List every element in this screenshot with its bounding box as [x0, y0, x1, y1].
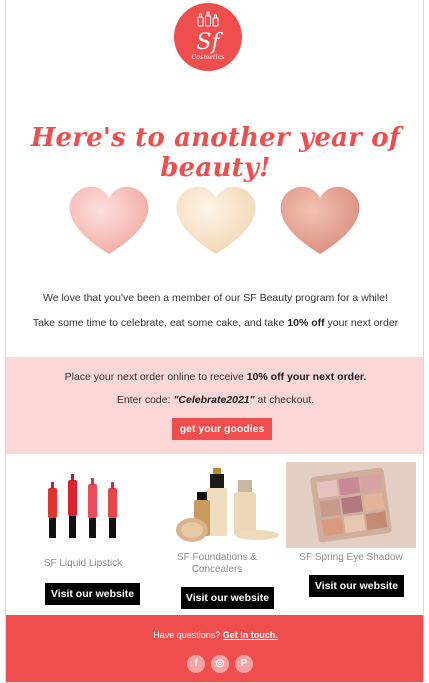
- promo-line-1-start: Place your next order online to receive: [64, 371, 247, 383]
- promo-banner: Place your next order online to receive …: [6, 357, 423, 454]
- eyeshadow-image[interactable]: [286, 462, 416, 548]
- promo-line-2-end: at checkout.: [254, 394, 315, 406]
- heart-swatch-rose: [280, 186, 360, 254]
- foundations-image[interactable]: [152, 462, 282, 548]
- product-name: SF Spring Eye Shadow: [299, 552, 403, 563]
- product-name: SF Foundations & Concealers: [176, 552, 258, 575]
- promo-line-1: Place your next order online to receive …: [6, 371, 423, 383]
- pinterest-icon[interactable]: P: [235, 655, 253, 673]
- intro-line-2-end: your next order: [324, 317, 399, 329]
- visit-website-button[interactable]: Visit our website: [45, 583, 140, 605]
- page-title: Here's to another year of beauty!: [30, 123, 401, 183]
- footer-question: Have questions? Get in touch.: [6, 630, 423, 640]
- product-card-lipstick: SF Liquid Lipstick Visit our website: [18, 462, 148, 607]
- promo-line-2: Enter code: "Celebrate2021" at checkout.: [6, 394, 423, 406]
- visit-website-button[interactable]: Visit our website: [181, 587, 274, 609]
- get-in-touch-link[interactable]: Get in touch.: [223, 630, 278, 640]
- intro-line-2-start: Take some time to celebrate, eat some ca…: [32, 317, 288, 329]
- heart-swatch-pink: [69, 186, 149, 254]
- product-card-foundations: SF Foundations & Concealers Visit our we…: [152, 462, 282, 609]
- visit-website-button[interactable]: Visit our website: [309, 575, 404, 597]
- get-goodies-button[interactable]: get your goodies: [172, 418, 272, 440]
- lipstick-image[interactable]: [18, 462, 148, 548]
- intro-line-2: Take some time to celebrate, eat some ca…: [6, 317, 423, 329]
- intro-line-1: We love that you've been a member of our…: [43, 292, 388, 304]
- footer-question-text: Have questions?: [153, 630, 223, 640]
- promo-code: "Celebrate2021": [173, 394, 255, 406]
- product-card-eyeshadow: SF Spring Eye Shadow Visit our website: [286, 462, 416, 607]
- footer: Have questions? Get in touch. f ◎ P: [6, 615, 423, 682]
- promo-discount: 10% off your next order.: [246, 371, 367, 383]
- heart-swatch-beige: [176, 186, 256, 254]
- swatch-hearts-image: [69, 186, 360, 254]
- email-body: Sf Cosmetics Here's to another year of b…: [5, 0, 424, 683]
- logo-subtitle: Cosmetics: [191, 54, 225, 61]
- product-name: SF Liquid Lipstick: [43, 558, 123, 569]
- brand-logo[interactable]: Sf Cosmetics: [174, 3, 242, 71]
- promo-line-2-start: Enter code:: [116, 394, 174, 406]
- logo-initials: Sf: [196, 30, 220, 55]
- instagram-icon[interactable]: ◎: [211, 655, 229, 673]
- discount-highlight: 10% off: [287, 317, 325, 329]
- facebook-icon[interactable]: f: [187, 655, 205, 673]
